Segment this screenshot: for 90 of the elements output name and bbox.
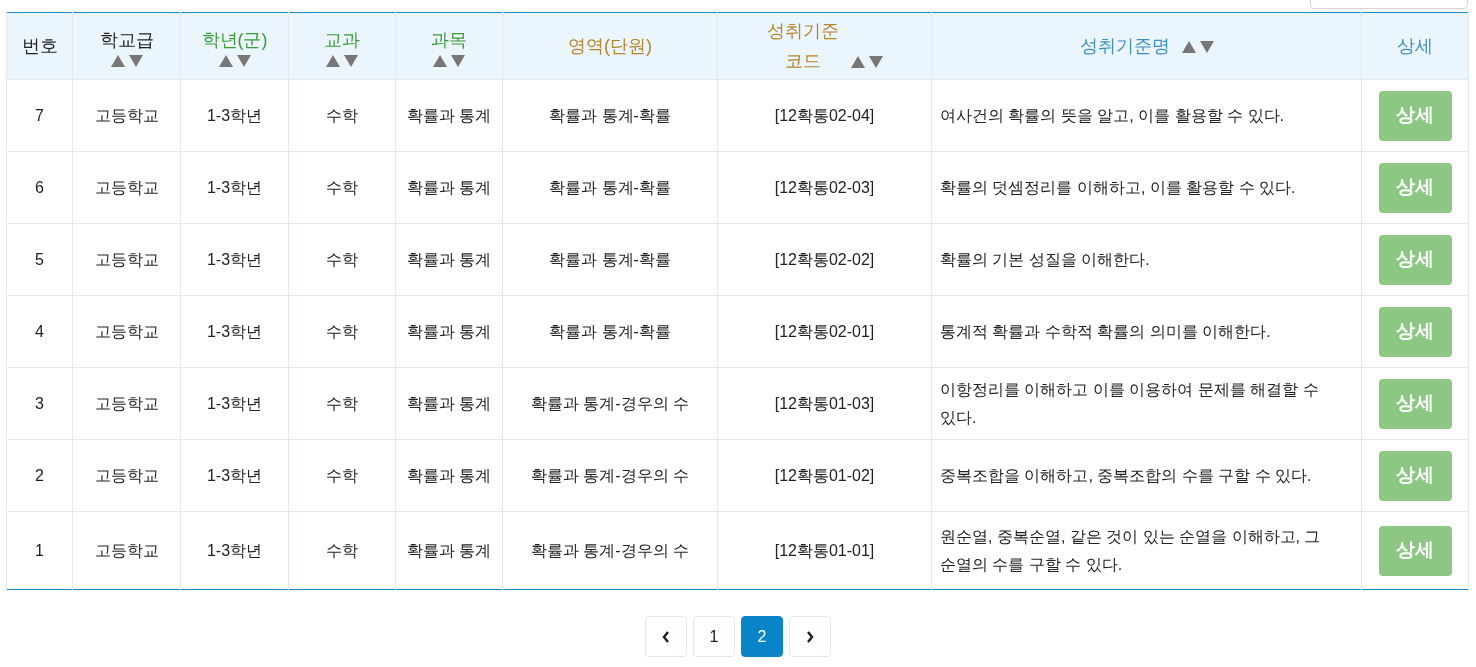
table-cell: 확률과 통계-경우의 수	[530, 466, 690, 484]
table-cell: 고등학교	[94, 106, 159, 124]
table-cell: 확률의 덧셈정리를 이해하고, 이를 활용할 수 있다.	[940, 178, 1296, 196]
table-cell: 통계적 확률과 수학적 확률의 의미를 이해한다.	[940, 322, 1271, 340]
sort-down-icon[interactable]	[128, 55, 143, 67]
table-cell: 1-3학년	[206, 466, 263, 484]
table-cell: 확률의 기본 성질을 이해한다.	[940, 250, 1150, 268]
sort-down-icon[interactable]	[344, 55, 358, 67]
table-cell: 3	[35, 394, 44, 412]
table-cell: [12확통02-01]	[774, 322, 875, 340]
column-header: 영역(단원)	[568, 35, 652, 58]
table-cell: 수학	[326, 178, 358, 196]
table-cell: [12확통02-03]	[774, 178, 875, 196]
page-button[interactable]: 1	[693, 616, 735, 657]
table-cell: 수학	[326, 394, 358, 412]
table-cell: [12확통01-03]	[774, 394, 875, 412]
table-cell: 1-3학년	[206, 178, 263, 196]
table-cell: [12확통02-04]	[774, 106, 875, 124]
table-cell: 고등학교	[94, 322, 159, 340]
detail-button[interactable]: 상세	[1378, 306, 1452, 357]
table-cell: 확률과 통계	[406, 250, 492, 268]
sort-down-icon[interactable]	[451, 55, 465, 67]
table-cell: 확률과 통계	[406, 541, 492, 559]
table-cell: 확률과 통계	[406, 178, 492, 196]
chevron-left-icon	[662, 630, 670, 643]
sort-up-icon[interactable]	[433, 55, 447, 67]
next-page-button[interactable]	[789, 616, 831, 657]
sort-up-icon[interactable]	[110, 55, 125, 67]
table-cell: 1	[35, 541, 44, 559]
sort-down-icon[interactable]	[236, 55, 251, 67]
table-cell: 확률과 통계	[406, 394, 492, 412]
column-header: 성취기준명	[1079, 35, 1170, 58]
sort-up-icon[interactable]	[850, 56, 865, 68]
table-cell: 1-3학년	[206, 106, 263, 124]
table-cell: 고등학교	[94, 178, 159, 196]
table-cell: 수학	[326, 322, 358, 340]
detail-button[interactable]: 상세	[1378, 378, 1452, 429]
table-cell: 이항정리를 이해하고 이를 이용하여 문제를 해결할 수 있다.	[940, 380, 1319, 426]
table-cell: 1-3학년	[206, 322, 263, 340]
table-cell: 확률과 통계-확률	[549, 178, 671, 196]
page-button[interactable]: 2	[741, 616, 783, 657]
chevron-right-icon	[806, 630, 814, 643]
column-header: 성취기준 코드	[766, 20, 839, 73]
table-cell: 원순열, 중복순열, 같은 것이 있는 순열을 이해하고, 그 순열의 수를 구할 수 있다.	[940, 527, 1321, 573]
table-cell: 중복조합을 이해하고, 중복조합의 수를 구할 수 있다.	[940, 466, 1312, 484]
table-cell: 수학	[326, 106, 358, 124]
table-cell: [12확통01-01]	[774, 541, 875, 559]
detail-button[interactable]: 상세	[1378, 525, 1452, 576]
table-cell: 여사건의 확률의 뜻을 알고, 이를 활용할 수 있다.	[940, 106, 1284, 124]
table-cell: 확률과 통계-경우의 수	[530, 394, 690, 412]
column-header: 학교급	[99, 29, 154, 52]
table-cell: 1-3학년	[206, 541, 263, 559]
table-cell: 확률과 통계	[406, 466, 492, 484]
table-cell: 고등학교	[94, 466, 159, 484]
previous-page-button[interactable]	[645, 616, 687, 657]
table-cell: [12확통02-02]	[774, 250, 875, 268]
table-cell: 확률과 통계-확률	[549, 250, 671, 268]
table-cell: 고등학교	[94, 394, 159, 412]
sort-up-icon[interactable]	[1181, 41, 1196, 53]
detail-button[interactable]: 상세	[1378, 450, 1452, 501]
table-cell: 1-3학년	[206, 250, 263, 268]
detail-button[interactable]: 상세	[1378, 234, 1452, 285]
table-cell: 5	[35, 250, 44, 268]
column-header: 상세	[1397, 35, 1433, 58]
column-header: 번호	[21, 35, 58, 58]
table-cell: 고등학교	[94, 541, 159, 559]
table-cell: 고등학교	[94, 250, 159, 268]
detail-button[interactable]: 상세	[1378, 90, 1452, 141]
table-cell: 확률과 통계	[406, 106, 492, 124]
sort-down-icon[interactable]	[868, 56, 883, 68]
table-cell: 확률과 통계-확률	[549, 106, 671, 124]
table-cell: 수학	[326, 541, 358, 559]
table-cell: 6	[35, 178, 44, 196]
table-cell: 확률과 통계	[406, 322, 492, 340]
column-header: 교과	[324, 29, 360, 52]
table-cell: 7	[35, 106, 44, 124]
column-header: 과목	[431, 29, 467, 52]
sort-up-icon[interactable]	[326, 55, 340, 67]
table-cell: 4	[35, 322, 44, 340]
table-cell: 확률과 통계-경우의 수	[530, 541, 690, 559]
table-cell: [12확통01-02]	[774, 466, 875, 484]
table-cell: 2	[35, 466, 44, 484]
sort-down-icon[interactable]	[1199, 41, 1214, 53]
table-cell: 수학	[326, 250, 358, 268]
table-cell: 1-3학년	[206, 394, 263, 412]
column-header: 학년(군)	[201, 29, 268, 52]
sort-up-icon[interactable]	[218, 55, 233, 67]
detail-button[interactable]: 상세	[1378, 162, 1452, 213]
table-cell: 수학	[326, 466, 358, 484]
table-cell: 확률과 통계-확률	[549, 322, 671, 340]
